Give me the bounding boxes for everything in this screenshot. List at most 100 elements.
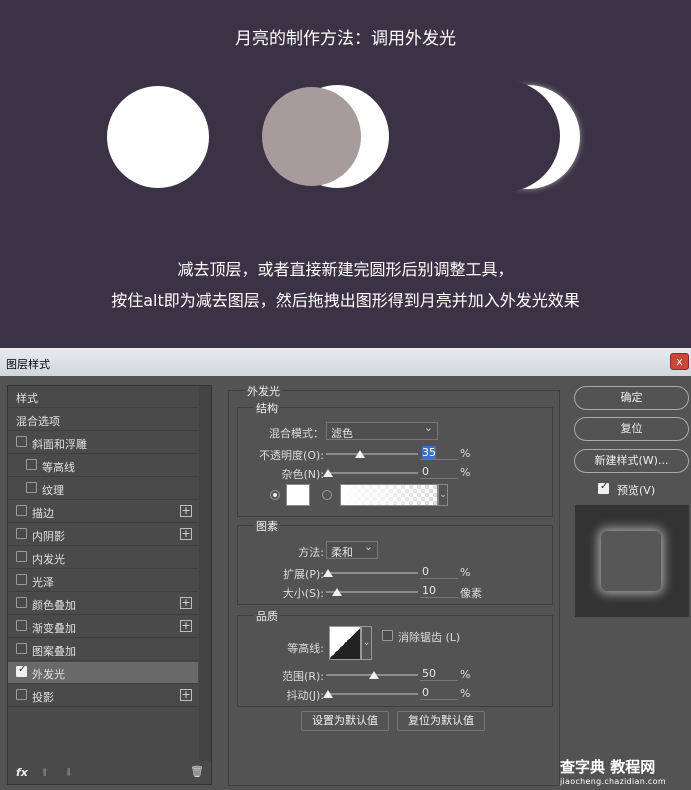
set-default-button[interactable]: 设置为默认值 [301,711,389,731]
jitter-input[interactable]: 0 [420,686,458,700]
style-item[interactable]: 图案叠加 [8,639,198,661]
noise-slider[interactable] [326,472,418,474]
style-item[interactable]: 斜面和浮雕 [8,432,198,454]
gradient-swatch[interactable] [340,484,438,506]
style-item[interactable]: 样式 [8,386,198,408]
full-moon-circle [107,86,209,188]
structure-title: 结构 [254,400,280,416]
style-item-checkbox[interactable] [16,597,27,608]
add-style-icon[interactable]: + [180,620,192,632]
style-item-label: 纹理 [42,484,64,497]
move-down-icon[interactable]: ⬇ [64,766,73,779]
style-item[interactable]: 内发光 [8,547,198,569]
crescent-cutout [448,80,560,192]
add-style-icon[interactable]: + [180,597,192,609]
style-item[interactable]: 投影 + [8,685,198,707]
opacity-slider-thumb[interactable] [355,450,366,458]
jitter-slider-thumb[interactable] [323,690,333,698]
reset-button[interactable]: 复位 [574,417,689,441]
style-item-checkbox[interactable] [16,551,27,562]
style-item[interactable]: 颜色叠加 + [8,593,198,615]
style-item-label: 光泽 [32,576,54,589]
style-item-checkbox[interactable] [16,574,27,585]
style-item[interactable]: 内阴影 + [8,524,198,546]
dialog-titlebar: 图层样式 x [0,348,691,376]
method-label: 方法: [298,546,324,559]
size-input[interactable]: 10 [420,584,458,598]
reset-default-button[interactable]: 复位为默认值 [397,711,485,731]
style-item-checkbox[interactable] [16,436,27,447]
style-item-checkbox[interactable] [16,528,27,539]
style-item-checkbox[interactable] [16,643,27,654]
watermark-sub: jiaocheng.chazidian.com [560,777,666,786]
close-button[interactable]: x [670,353,689,370]
jitter-unit: % [460,687,471,700]
fx-icon[interactable]: fx [16,766,28,779]
jitter-label: 抖动(J): [286,689,324,702]
style-item-checkbox[interactable] [26,459,37,470]
trash-icon[interactable]: 🗑 [190,765,204,778]
antialias-label: 消除锯齿 (L) [398,631,461,644]
range-input[interactable]: 50 [420,667,458,681]
noise-input[interactable]: 0 [420,465,458,479]
style-item-checkbox[interactable] [16,620,27,631]
antialias-checkbox[interactable] [382,630,393,641]
dialog-title: 图层样式 [6,358,50,371]
structure-group: 结构 混合模式： 滤色 不透明度(O): 35 % 杂色(N): 0 % ⌄ [237,400,553,517]
subtract-circle [262,87,361,186]
range-slider-thumb[interactable] [369,671,379,679]
style-item[interactable]: 纹理 [8,478,198,500]
range-unit: % [460,668,471,681]
opacity-slider[interactable] [326,453,418,455]
blend-mode-select[interactable]: 滤色 [326,421,438,440]
elements-group: 图素 方法: 柔和 扩展(P): 0 % 大小(S): 10 像素 [237,518,553,605]
style-item-label: 渐变叠加 [32,622,76,635]
style-item[interactable]: 描边 + [8,501,198,523]
style-item[interactable]: 光泽 [8,570,198,592]
style-item-label: 斜面和浮雕 [32,438,87,451]
spread-input[interactable]: 0 [420,565,458,579]
preview-thumbnail [601,531,661,591]
style-item-checkbox[interactable] [26,482,37,493]
size-slider-thumb[interactable] [332,588,343,596]
ok-button[interactable]: 确定 [574,386,689,410]
spread-unit: % [460,566,471,579]
size-label: 大小(S): [282,587,324,600]
spread-slider[interactable] [326,572,418,574]
style-item-checkbox[interactable] [16,689,27,700]
style-item-checkbox[interactable] [16,664,27,677]
new-style-button[interactable]: 新建样式(W)... [574,449,689,473]
gradient-radio[interactable] [322,490,332,500]
contour-preview[interactable] [329,626,361,660]
opacity-value: 35 [422,446,436,459]
method-select[interactable]: 柔和 [326,540,378,559]
range-label: 范围(R): [282,670,324,683]
style-item[interactable]: 等高线 [8,455,198,477]
style-item[interactable]: 外发光 [8,662,198,684]
style-item[interactable]: 混合选项 [8,409,198,431]
style-item-checkbox[interactable] [16,505,27,516]
glow-color-swatch[interactable] [286,484,310,506]
jitter-slider[interactable] [326,693,418,695]
styles-list-footer: fx ⬆ ⬇ 🗑 [7,762,212,784]
contour-dropdown-icon[interactable]: ⌄ [361,626,372,660]
gradient-dropdown-icon[interactable]: ⌄ [438,484,448,506]
solid-color-radio[interactable] [270,490,280,500]
add-style-icon[interactable]: + [180,689,192,701]
style-item-label: 投影 [32,691,54,704]
spread-slider-thumb[interactable] [323,569,333,577]
banner-caption-2: 按住alt即为减去图层，然后拖拽出图形得到月亮并加入外发光效果 [111,291,580,310]
noise-slider-thumb[interactable] [323,469,333,477]
watermark: 查字典 教程网 jiaocheng.chazidian.com [560,756,666,786]
style-item-label: 等高线 [42,461,75,474]
size-unit: 像素 [460,587,482,600]
styles-list-scrollbar[interactable] [199,386,211,761]
style-item-label: 内阴影 [32,530,65,543]
opacity-input[interactable]: 35 [420,446,458,460]
move-up-icon[interactable]: ⬆ [40,766,49,779]
opacity-label: 不透明度(O): [259,449,324,462]
style-item[interactable]: 渐变叠加 + [8,616,198,638]
preview-checkbox[interactable] [598,481,609,494]
add-style-icon[interactable]: + [180,505,192,517]
add-style-icon[interactable]: + [180,528,192,540]
